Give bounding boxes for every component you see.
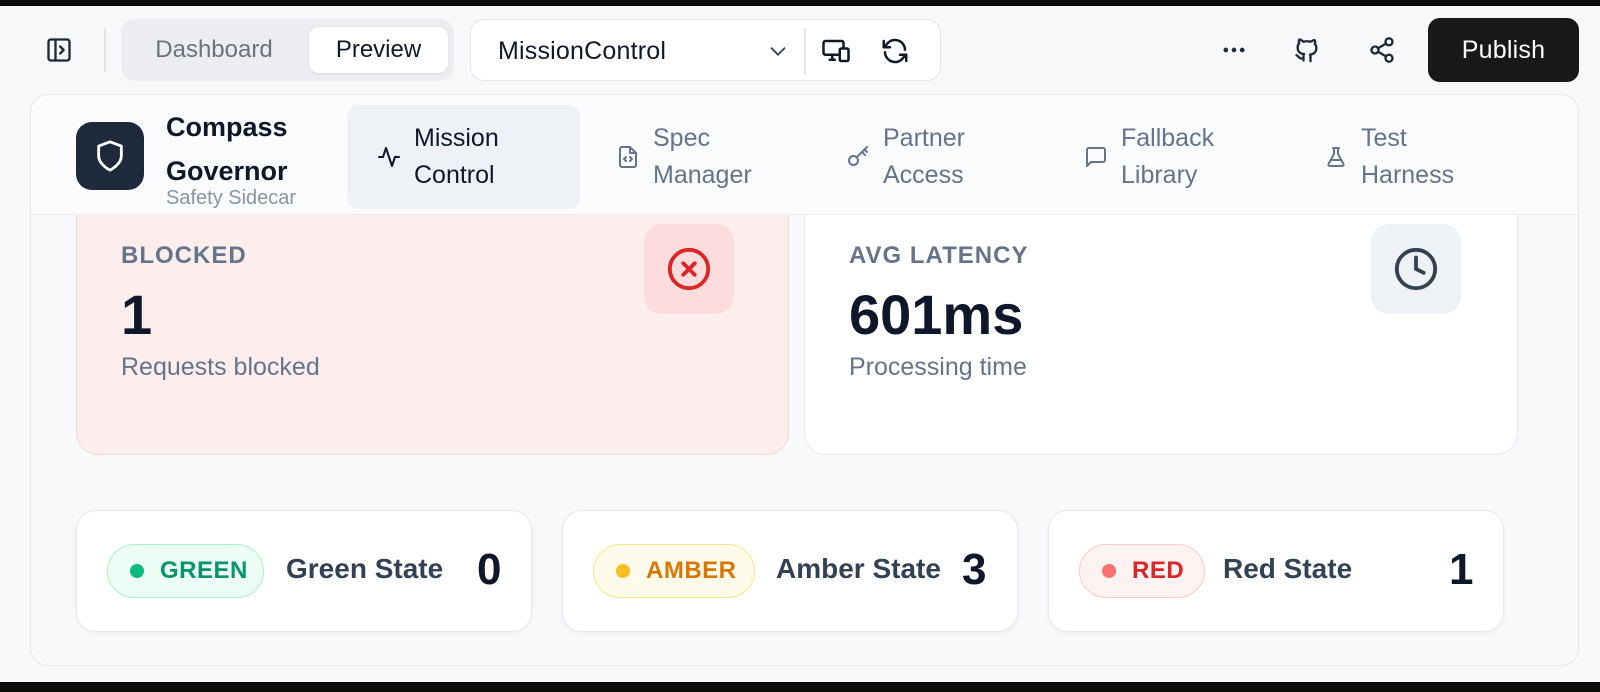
brand-subtitle: Safety Sidecar (166, 187, 297, 209)
nav-item-label: Partner Access (883, 124, 965, 189)
file-code-icon (615, 144, 641, 170)
top-toolbar: Dashboard Preview MissionControl Publish (0, 6, 1600, 92)
state-name: Red State (1223, 553, 1353, 584)
status-dot (1102, 564, 1116, 578)
stat-label: AVG LATENCY (849, 242, 1029, 269)
app-header: Compass Governor Safety Sidecar Mission … (31, 95, 1578, 215)
status-badge-label: RED (1132, 557, 1185, 584)
tab-dashboard[interactable]: Dashboard (127, 27, 301, 73)
blocked-stat-card: BLOCKED 1 Requests blocked (76, 190, 789, 455)
state-count: 1 (1449, 545, 1474, 594)
project-toolbar-divider (804, 28, 806, 74)
builder-window: Dashboard Preview MissionControl Publish (0, 6, 1600, 682)
stat-subtitle: Requests blocked (121, 353, 320, 381)
stat-subtitle: Processing time (849, 353, 1027, 381)
status-badge: GREEN (107, 544, 264, 598)
latency-stat-card: AVG LATENCY 601ms Processing time (804, 190, 1518, 455)
flask-icon (1323, 144, 1349, 170)
tab-preview[interactable]: Preview (309, 27, 448, 73)
status-badge: RED (1079, 544, 1205, 598)
stat-label: BLOCKED (121, 242, 247, 269)
clock-icon (1371, 224, 1461, 314)
message-square-icon (1083, 144, 1109, 170)
activity-icon (376, 144, 402, 170)
status-badge-label: AMBER (646, 557, 737, 584)
state-name: Amber State (776, 553, 941, 584)
responsive-devices-icon[interactable] (821, 36, 851, 66)
stat-value: 1 (121, 283, 153, 346)
state-card-amber: AMBER Amber State 3 (562, 510, 1018, 632)
nav-item-label: Mission Control (414, 124, 499, 189)
project-selector[interactable]: MissionControl (498, 37, 666, 66)
state-name: Green State (286, 553, 444, 584)
nav-item-spec-manager[interactable]: Spec Manager (585, 105, 795, 209)
key-icon (845, 144, 871, 170)
nav-item-label: Spec Manager (653, 124, 752, 189)
nav-item-label: Test Harness (1361, 124, 1455, 189)
state-count: 0 (477, 545, 502, 594)
view-mode-toggle: Dashboard Preview (121, 19, 454, 81)
nav-item-mission-control[interactable]: Mission Control (347, 105, 580, 209)
sidebar-toggle-icon[interactable] (44, 35, 74, 65)
nav-item-fallback-library[interactable]: Fallback Library (1053, 105, 1273, 209)
project-toolbar: MissionControl (470, 19, 941, 81)
status-dot (616, 564, 630, 578)
status-badge-label: GREEN (160, 557, 248, 584)
shield-icon (76, 122, 144, 190)
status-badge: AMBER (593, 544, 755, 598)
refresh-icon[interactable] (880, 36, 910, 66)
state-count: 3 (962, 545, 987, 594)
nav-item-label: Fallback Library (1121, 124, 1215, 189)
nav-item-partner-access[interactable]: Partner Access (815, 105, 1035, 209)
state-card-green: GREEN Green State 0 (76, 510, 532, 632)
x-circle-icon (644, 224, 734, 314)
app-preview: Compass Governor Safety Sidecar Mission … (30, 94, 1579, 666)
share-icon[interactable] (1366, 34, 1398, 66)
toolbar-divider (104, 28, 106, 72)
publish-button[interactable]: Publish (1428, 18, 1579, 82)
status-dot (130, 564, 144, 578)
github-icon[interactable] (1291, 34, 1323, 66)
state-card-red: RED Red State 1 (1048, 510, 1504, 632)
brand-name: Compass Governor (166, 112, 288, 186)
nav-item-test-harness[interactable]: Test Harness (1293, 105, 1513, 209)
more-options-icon[interactable] (1218, 34, 1250, 66)
chevron-down-icon[interactable] (767, 40, 789, 62)
stat-value: 601ms (849, 283, 1024, 346)
